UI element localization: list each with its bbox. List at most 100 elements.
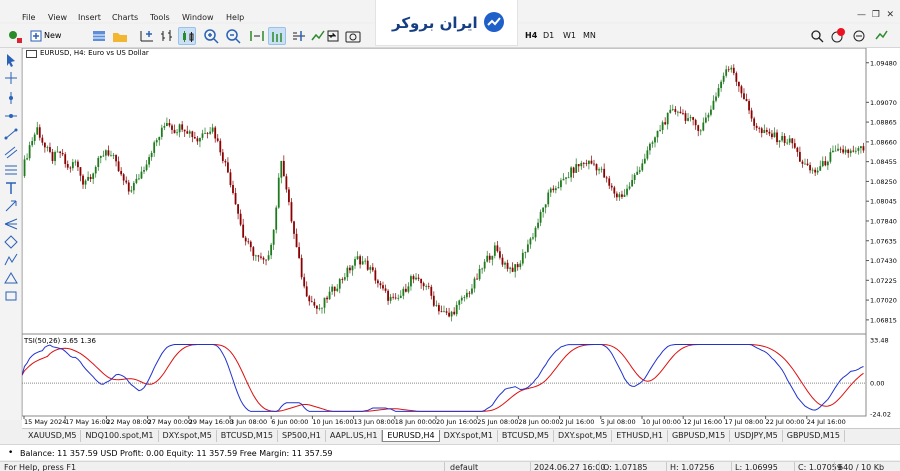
time-label: 15 May 2024 [24, 418, 66, 426]
chart-tab[interactable]: GBPUSD,M15 [783, 430, 845, 442]
open-folder-icon[interactable] [111, 27, 129, 45]
chart-title: EURUSD, H4: Euro vs US Dollar [40, 49, 149, 57]
iran-broker-logo: ایران بروکر [375, 0, 518, 46]
notifications-icon[interactable] [828, 27, 846, 45]
timeframe-w1[interactable]: W1 [563, 31, 576, 40]
chart-tab[interactable]: DXY.spot,M5 [159, 430, 217, 442]
time-label: 3 Jun 08:00 [230, 418, 267, 426]
arrow-tool-icon[interactable] [3, 198, 19, 214]
zoom-out-icon[interactable] [224, 27, 242, 45]
chart-tab[interactable]: USDJPY,M5 [730, 430, 783, 442]
price-label: 1.09070 [870, 99, 897, 107]
chart-shift-icon[interactable] [290, 27, 308, 45]
chart-tab[interactable]: ETHUSD,H1 [612, 430, 668, 442]
chart-tabs: XAUUSD,M5 NDQ100.spot,M1 DXY.spot,M5 BTCUSD… [22, 428, 900, 442]
chart-tab[interactable]: NDQ100.spot,M1 [81, 430, 159, 442]
menu-window[interactable]: Window [182, 13, 214, 22]
pitchfork-icon[interactable] [3, 216, 19, 232]
auto-scroll-icon[interactable] [268, 27, 286, 45]
time-label: 25 Jun 08:00 [477, 418, 518, 426]
menu-view[interactable]: View [48, 13, 67, 22]
chart-tab[interactable]: XAUUSD,M5 [24, 430, 82, 442]
candle [277, 173, 280, 209]
minimize-icon[interactable]: — [857, 10, 866, 20]
chart-window-icon [26, 50, 37, 58]
periods-icon[interactable] [324, 27, 342, 45]
signals-icon[interactable] [872, 27, 890, 45]
chart-tab[interactable]: SP500,H1 [278, 430, 326, 442]
price-label: 1.08660 [870, 138, 897, 146]
market-watch-icon[interactable] [90, 27, 108, 45]
time-label: 17 Jul 08:00 [724, 418, 763, 426]
menu-charts[interactable]: Charts [112, 13, 138, 22]
time-label: 2 Jul 16:00 [560, 418, 595, 426]
indicator-axis-label: -24.02 [870, 411, 891, 419]
time-label: 22 Jul 00:00 [766, 418, 805, 426]
chart-tab[interactable]: DXY.spot,M1 [440, 430, 498, 442]
price-label: 1.07635 [870, 237, 897, 245]
vertical-line-icon[interactable] [3, 90, 19, 106]
candle [275, 205, 278, 234]
triangle-icon[interactable] [3, 270, 19, 286]
time-label: 20 Jun 16:00 [436, 418, 477, 426]
restore-icon[interactable]: ❐ [872, 10, 880, 20]
timeframe-d1[interactable]: D1 [543, 31, 554, 40]
new-chart-icon[interactable] [138, 27, 156, 45]
timeframe-mn[interactable]: MN [583, 31, 596, 40]
chart-tab[interactable]: BTCUSD,M15 [217, 430, 278, 442]
trendline-icon[interactable] [3, 126, 19, 142]
indicator-title: TSI(50,26) 3.65 1.36 [24, 337, 96, 345]
status-low: L: 1.06995 [735, 463, 778, 471]
candle [300, 254, 303, 280]
search-icon[interactable] [808, 27, 826, 45]
community-icon[interactable] [850, 27, 868, 45]
status-profile: default [450, 463, 479, 471]
time-label: 28 Jun 00:00 [518, 418, 559, 426]
price-label: 1.09480 [870, 59, 897, 67]
zoom-in-icon[interactable] [202, 27, 220, 45]
price-chart[interactable]: 1.09480 1.09070 1.08865 1.08660 1.08455 1.082… [22, 48, 900, 428]
time-label: 10 Jun 16:00 [312, 418, 353, 426]
time-label: 17 May 16:00 [65, 418, 110, 426]
horizontal-line-icon[interactable] [3, 108, 19, 124]
candlestick-icon[interactable] [178, 27, 196, 45]
menu-tools[interactable]: Tools [150, 13, 170, 22]
menu-file[interactable]: File [22, 13, 35, 22]
time-label: 10 Jul 00:00 [642, 418, 681, 426]
crosshair-icon[interactable] [3, 70, 19, 86]
algo-trading-icon[interactable] [6, 27, 24, 45]
new-order-button[interactable]: New Order [30, 27, 86, 58]
time-label: 27 May 00:00 [148, 418, 193, 426]
time-label: 5 Jul 08:00 [601, 418, 636, 426]
indicator-axis-label: 0.00 [870, 380, 884, 388]
chart-tab[interactable]: AAPL.US,H1 [326, 430, 383, 442]
elliott-wave-icon[interactable] [3, 252, 19, 268]
account-summary: Balance: 11 357.59 USD Profit: 0.00 Equi… [20, 449, 333, 458]
close-icon[interactable]: ✕ [886, 10, 894, 20]
fibonacci-icon[interactable] [3, 162, 19, 178]
drawing-tools-panel [0, 48, 22, 420]
text-tool-icon[interactable] [3, 180, 19, 196]
time-label: 29 May 16:00 [189, 418, 234, 426]
timeframe-h4[interactable]: H4 [525, 31, 537, 40]
rectangle-icon[interactable] [3, 288, 19, 304]
screenshot-icon[interactable] [344, 27, 362, 45]
cursor-icon[interactable] [3, 52, 19, 68]
time-label: 22 May 08:00 [106, 418, 151, 426]
chart-tab[interactable]: BTCUSD,M5 [498, 430, 555, 442]
channel-icon[interactable] [3, 144, 19, 160]
status-traffic: 640 / 10 Kb [838, 463, 885, 471]
bar-chart-icon[interactable] [158, 27, 176, 45]
tile-windows-icon[interactable] [248, 27, 266, 45]
chart-tab[interactable]: EURUSD,H4 [382, 430, 440, 442]
menu-help[interactable]: Help [226, 13, 244, 22]
chart-tab[interactable]: DXY.spot,M5 [554, 430, 613, 442]
chart-window[interactable]: 1.09480 1.09070 1.08865 1.08660 1.08455 1.082… [22, 48, 900, 428]
shapes-icon[interactable] [3, 234, 19, 250]
menu-insert[interactable]: Insert [78, 13, 101, 22]
terminal-window: File View Insert Charts Tools Window Hel… [0, 0, 900, 471]
time-label: 12 Jul 16:00 [683, 418, 722, 426]
price-label: 1.08865 [870, 119, 897, 127]
chart-tab[interactable]: GBPUSD,M15 [668, 430, 731, 442]
time-label: 6 Jun 00:00 [271, 418, 308, 426]
